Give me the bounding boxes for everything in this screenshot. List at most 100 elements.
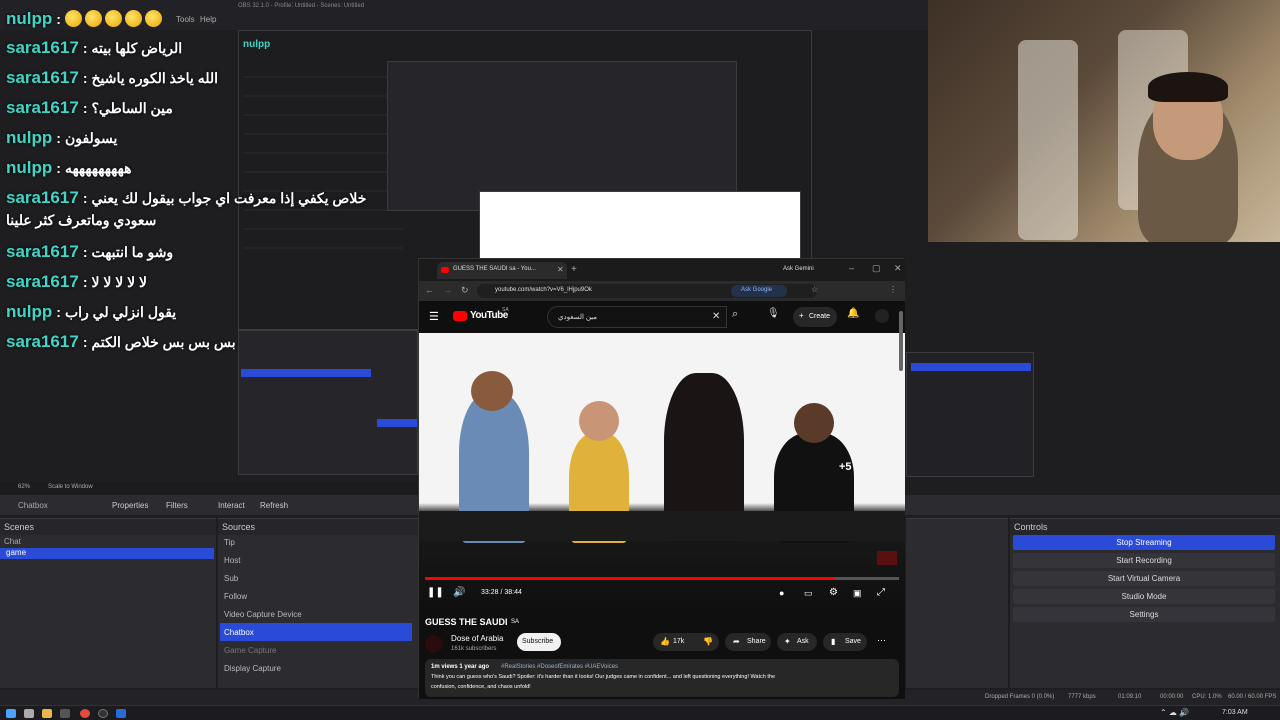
url-text: youtube.com/watch?v=V6_lHjpu9Ok bbox=[495, 287, 592, 293]
clear-search-icon[interactable]: ✕ bbox=[712, 311, 720, 322]
app-icon[interactable] bbox=[116, 709, 126, 718]
volume-icon[interactable]: 🔊 bbox=[453, 587, 465, 598]
sparkle-icon: ✦ bbox=[784, 637, 791, 646]
studio-mode-button[interactable]: Studio Mode bbox=[1013, 589, 1275, 604]
chat-username: nulpp bbox=[6, 128, 53, 147]
subscriber-count: 161k subscribers bbox=[451, 646, 497, 652]
source-item[interactable]: Follow bbox=[220, 587, 412, 605]
video-time: 33:28 / 38:44 bbox=[481, 589, 522, 596]
system-tray-icon[interactable]: ⌃ ☁ 🔊 bbox=[1160, 708, 1189, 717]
zoom-level[interactable]: 62% bbox=[18, 484, 30, 490]
source-item[interactable]: Game Capture bbox=[220, 641, 412, 659]
share-label: Share bbox=[747, 638, 766, 645]
share-icon: ➦ bbox=[733, 637, 740, 646]
preview-zoom-bar: 62% Scale to Window bbox=[0, 482, 418, 494]
chat-username: sara1617 bbox=[6, 332, 79, 351]
save-button[interactable]: ▮ Save bbox=[823, 633, 867, 651]
video-player[interactable]: +5 ❚❚ 🔊 33:28 / 38:44 ● ▭ ⚙ ▣ ⤢ bbox=[419, 333, 905, 607]
menu-help[interactable]: Help bbox=[200, 15, 216, 24]
subscribe-label: Subscribe bbox=[522, 638, 554, 645]
fullscreen-icon[interactable]: ⤢ bbox=[877, 587, 885, 598]
bookmark-star-icon[interactable]: ☆ bbox=[811, 285, 818, 294]
stop-streaming-button[interactable]: Stop Streaming bbox=[1013, 535, 1275, 550]
close-window-icon[interactable]: ✕ bbox=[894, 263, 902, 274]
youtube-logo-icon[interactable] bbox=[453, 311, 467, 321]
start-virtual-camera-button[interactable]: Start Virtual Camera bbox=[1013, 571, 1275, 586]
like-dislike-button[interactable]: 👍 17k 👎 bbox=[653, 633, 719, 651]
subscribe-button[interactable]: Subscribe bbox=[517, 633, 561, 651]
description-box[interactable]: 1m views 1 year ago #RealStories #Doseof… bbox=[425, 659, 899, 697]
more-actions-icon[interactable]: ⋯ bbox=[877, 635, 886, 646]
notifications-bell-icon[interactable]: 🔔 bbox=[847, 308, 859, 319]
chat-text: يسولفون bbox=[64, 129, 118, 146]
back-icon[interactable]: ← bbox=[425, 285, 434, 295]
scene-item[interactable]: Chat bbox=[4, 537, 216, 547]
channel-name[interactable]: Dose of Arabia bbox=[451, 634, 503, 643]
avatar[interactable] bbox=[875, 309, 889, 323]
browser-menu-icon[interactable]: ⋮ bbox=[889, 285, 897, 294]
ask-google-button[interactable]: Ask Google bbox=[731, 285, 787, 297]
subtitles-icon[interactable]: ▭ bbox=[804, 588, 813, 599]
page-scrollbar[interactable] bbox=[899, 311, 903, 371]
reload-icon[interactable]: ↻ bbox=[461, 285, 469, 296]
search-taskbar-icon[interactable] bbox=[24, 709, 34, 718]
forward-icon[interactable]: → bbox=[443, 285, 452, 295]
nested-stop-streaming bbox=[911, 363, 1031, 371]
search-icon[interactable]: ⌕ bbox=[732, 308, 738, 321]
ask-gemini-button[interactable]: Ask Gemini bbox=[783, 266, 814, 272]
create-button[interactable]: + Create bbox=[793, 307, 837, 327]
new-tab-icon[interactable]: + bbox=[571, 264, 577, 275]
interact-button[interactable]: Interact bbox=[218, 501, 245, 510]
thumbs-up-icon[interactable]: 👍 bbox=[660, 637, 670, 646]
chat-message: sara1617: الرياض كلها بيته bbox=[6, 38, 183, 57]
channel-avatar[interactable] bbox=[425, 635, 443, 653]
pause-icon[interactable]: ❚❚ bbox=[427, 587, 444, 598]
video-tags[interactable]: #RealStories #DoseofEmirates #UAEVoices bbox=[501, 664, 618, 670]
progress-track[interactable] bbox=[425, 577, 899, 580]
hamburger-menu-icon[interactable]: ☰ bbox=[429, 310, 439, 323]
chrome-icon[interactable] bbox=[80, 709, 90, 718]
youtube-search-input[interactable]: مين السعودي ✕ bbox=[547, 306, 727, 328]
share-button[interactable]: ➦ Share bbox=[725, 633, 771, 651]
video-views-date: 1m views 1 year ago bbox=[431, 664, 490, 670]
source-item[interactable]: Video Capture Device bbox=[220, 605, 412, 623]
filters-button[interactable]: Filters bbox=[166, 501, 188, 510]
ask-button[interactable]: ✦ Ask bbox=[777, 633, 817, 651]
menu-tools[interactable]: Tools bbox=[176, 15, 195, 24]
minimize-icon[interactable]: – bbox=[849, 263, 854, 273]
scale-mode[interactable]: Scale to Window bbox=[48, 484, 93, 490]
source-item[interactable]: Host bbox=[220, 551, 412, 569]
search-value: مين السعودي bbox=[558, 314, 598, 321]
refresh-button[interactable]: Refresh bbox=[260, 501, 288, 510]
miniplayer-icon[interactable]: ▣ bbox=[853, 588, 862, 599]
nested-chat-user: nulpp bbox=[243, 39, 271, 50]
start-recording-button[interactable]: Start Recording bbox=[1013, 553, 1275, 568]
thumbs-down-icon[interactable]: 👎 bbox=[703, 637, 713, 646]
file-explorer-icon[interactable] bbox=[42, 709, 52, 718]
maximize-icon[interactable]: ▢ bbox=[872, 263, 881, 274]
settings-gear-icon[interactable]: ⚙ bbox=[829, 587, 838, 598]
streamer-hair bbox=[1148, 72, 1228, 102]
obs-icon[interactable] bbox=[98, 709, 108, 718]
source-item[interactable]: Sub bbox=[220, 569, 412, 587]
chat-text: وشو ما انتبهت bbox=[91, 243, 174, 260]
scene-item-selected[interactable]: game bbox=[0, 548, 214, 559]
properties-button[interactable]: Properties bbox=[112, 501, 148, 510]
tab-close-icon[interactable]: ✕ bbox=[557, 265, 564, 274]
task-view-icon[interactable] bbox=[60, 709, 70, 718]
chat-text: يقول انزلي لي راب bbox=[64, 303, 177, 320]
source-item[interactable]: Display Capture bbox=[220, 659, 412, 677]
settings-button[interactable]: Settings bbox=[1013, 607, 1275, 622]
mic-icon[interactable]: 🎙 bbox=[767, 308, 780, 319]
nested-scene-selected bbox=[241, 369, 371, 377]
scene-transitions-dock bbox=[906, 518, 1008, 688]
nested-obs-preview-2 bbox=[387, 61, 737, 211]
save-label: Save bbox=[845, 638, 861, 645]
browser-window: GUESS THE SAUDI sa - You... ✕ + Ask Gemi… bbox=[418, 258, 905, 699]
source-item-selected[interactable]: Chatbox bbox=[220, 623, 412, 641]
source-item[interactable]: Tip bbox=[220, 533, 412, 551]
chat-message: sara1617: خلاص يكفي إذا معرفت اي جواب بيق… bbox=[6, 188, 367, 207]
browser-tab[interactable]: GUESS THE SAUDI sa - You... ✕ bbox=[437, 262, 567, 279]
start-menu-icon[interactable] bbox=[6, 709, 16, 718]
autoplay-toggle-icon[interactable]: ● bbox=[779, 588, 784, 598]
